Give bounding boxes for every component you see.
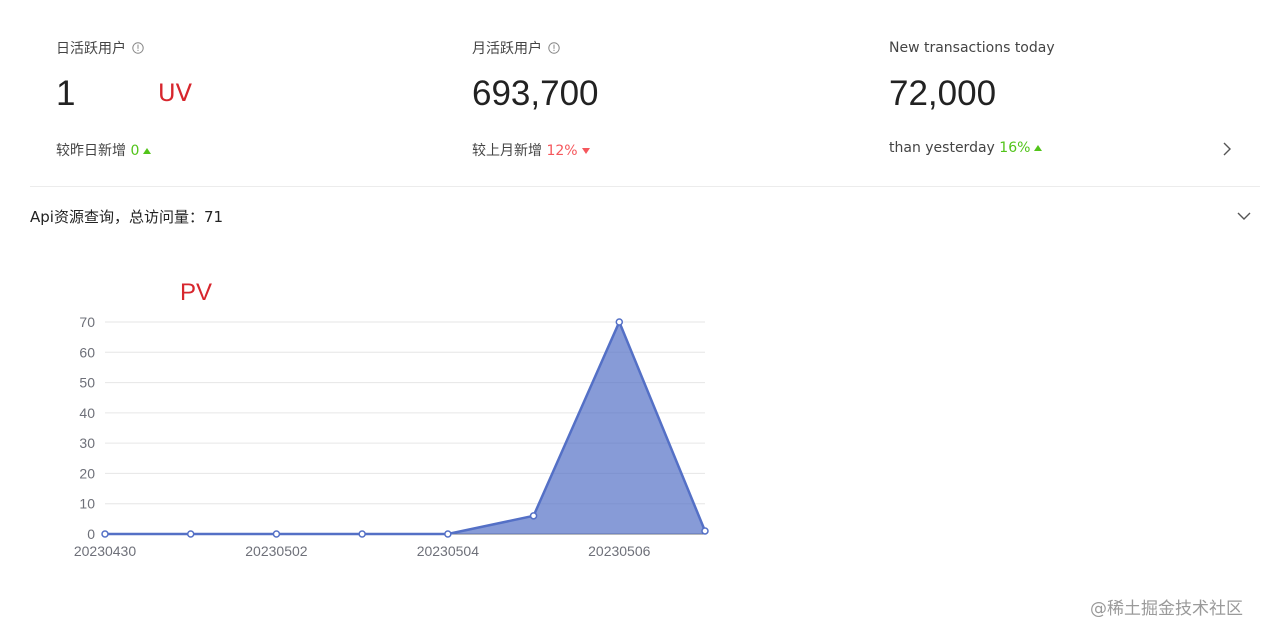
stat-label-wrap: 月活跃用户	[472, 38, 852, 58]
stat-change-row: than yesterday 16%	[889, 140, 1043, 156]
stat-label-wrap: 日活跃用户	[56, 38, 436, 58]
stat-card-transactions: New transactions today 72,000 than yeste…	[889, 38, 1269, 156]
stat-sub-label: 较上月新增	[472, 143, 542, 159]
y-tick-label: 10	[79, 496, 95, 512]
watermark: @稀土掘金技术社区	[1090, 599, 1243, 619]
stat-sub-label: 较昨日新增	[56, 143, 126, 159]
chevron-down-icon[interactable]	[1236, 208, 1252, 222]
stat-label: 日活跃用户	[56, 41, 126, 57]
data-point[interactable]	[529, 512, 538, 520]
x-tick-label: 20230506	[588, 543, 651, 559]
stat-change: 12%	[546, 143, 578, 159]
stat-card-mau: 月活跃用户 693,700 较上月新增 12%	[472, 38, 852, 159]
y-tick-label: 60	[79, 344, 95, 360]
stat-value: 693,700	[472, 74, 599, 113]
chevron-right-icon[interactable]	[1220, 140, 1234, 158]
triangle-up-icon	[1034, 145, 1043, 151]
chart-title: PV	[180, 279, 212, 306]
data-point[interactable]	[444, 530, 452, 538]
x-tick-label: 20230430	[74, 543, 137, 559]
x-tick-label: 20230502	[245, 543, 308, 559]
stat-change: 16%	[999, 140, 1031, 156]
stat-label: 月活跃用户	[472, 41, 542, 57]
y-tick-label: 20	[79, 465, 95, 481]
triangle-down-icon	[581, 148, 590, 154]
stat-change-row: 较上月新增 12%	[472, 140, 590, 160]
pv-area-chart: PV 0 10 20 30 40 50 60 70 20230430 20230502 20230…	[74, 279, 709, 559]
divider	[30, 186, 1260, 187]
y-tick-label: 50	[79, 375, 95, 391]
data-point[interactable]	[701, 527, 709, 535]
y-tick-label: 30	[79, 435, 95, 451]
data-point[interactable]	[272, 530, 281, 538]
data-point[interactable]	[615, 318, 624, 326]
data-point[interactable]	[186, 530, 195, 538]
triangle-up-icon	[143, 148, 152, 154]
info-circle-icon[interactable]	[548, 42, 560, 54]
stat-change-row: 较昨日新增 0	[56, 140, 152, 160]
section-title: Api资源查询，总访问量：71	[30, 208, 224, 226]
y-tick-label: 0	[87, 526, 95, 542]
data-point[interactable]	[101, 530, 109, 538]
data-point[interactable]	[358, 530, 366, 538]
x-tick-label: 20230504	[417, 543, 480, 559]
stat-value: 72,000	[889, 74, 997, 113]
stat-label: New transactions today	[889, 40, 1055, 56]
stat-label-wrap: New transactions today	[889, 38, 1269, 58]
y-tick-label: 40	[79, 405, 95, 421]
stat-change: 0	[130, 143, 140, 159]
series-area	[105, 322, 705, 534]
stat-card-dau: 日活跃用户 1 较昨日新增 0	[56, 38, 436, 159]
info-circle-icon[interactable]	[132, 42, 144, 54]
uv-unit-label: UV	[158, 79, 192, 107]
y-tick-label: 70	[79, 314, 95, 330]
stat-sub-label: than yesterday	[889, 140, 995, 156]
stat-value: 1	[56, 74, 76, 113]
